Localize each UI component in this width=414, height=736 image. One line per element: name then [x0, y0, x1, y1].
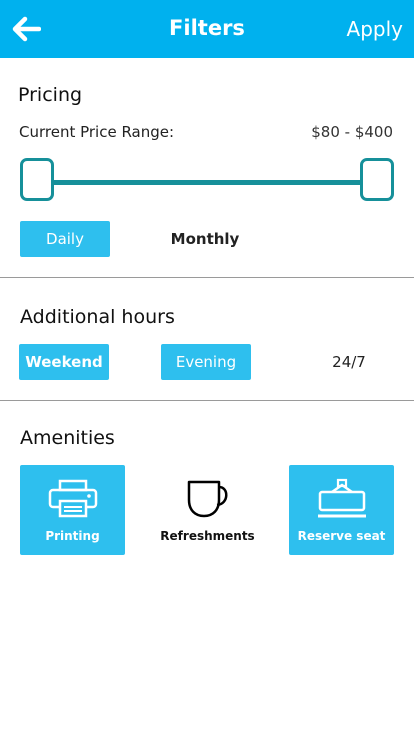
pricing-section-title: Pricing — [18, 84, 83, 106]
amenity-refreshments-button[interactable]: Refreshments — [155, 465, 260, 555]
amenity-printing-button[interactable]: Printing — [20, 465, 125, 555]
price-slider-max-handle[interactable] — [360, 158, 394, 201]
amenities-section-title: Amenities — [20, 427, 115, 449]
reserve-sign-icon — [317, 478, 366, 518]
hours-evening-button[interactable]: Evening — [161, 344, 251, 380]
printer-icon — [48, 479, 97, 518]
cup-icon — [187, 480, 227, 518]
price-slider-min-handle[interactable] — [20, 158, 54, 201]
amenity-reserve-seat-button[interactable]: Reserve seat — [289, 465, 394, 555]
price-range-value: $80 - $400 — [311, 123, 393, 141]
section-divider — [0, 400, 414, 401]
price-range-label: Current Price Range: — [19, 123, 175, 141]
header-bar: Filters Apply — [0, 0, 414, 58]
hours-24-7-button[interactable]: 24/7 — [304, 344, 394, 380]
period-daily-button[interactable]: Daily — [20, 221, 110, 257]
amenity-label: Reserve seat — [297, 529, 386, 543]
period-monthly-button[interactable]: Monthly — [160, 221, 250, 257]
price-slider-track[interactable] — [36, 180, 378, 185]
additional-hours-section-title: Additional hours — [20, 306, 175, 328]
apply-button[interactable]: Apply — [347, 17, 403, 41]
amenity-label: Refreshments — [160, 529, 255, 543]
section-divider — [0, 277, 414, 278]
hours-weekend-button[interactable]: Weekend — [19, 344, 109, 380]
amenity-label: Printing — [45, 529, 100, 543]
